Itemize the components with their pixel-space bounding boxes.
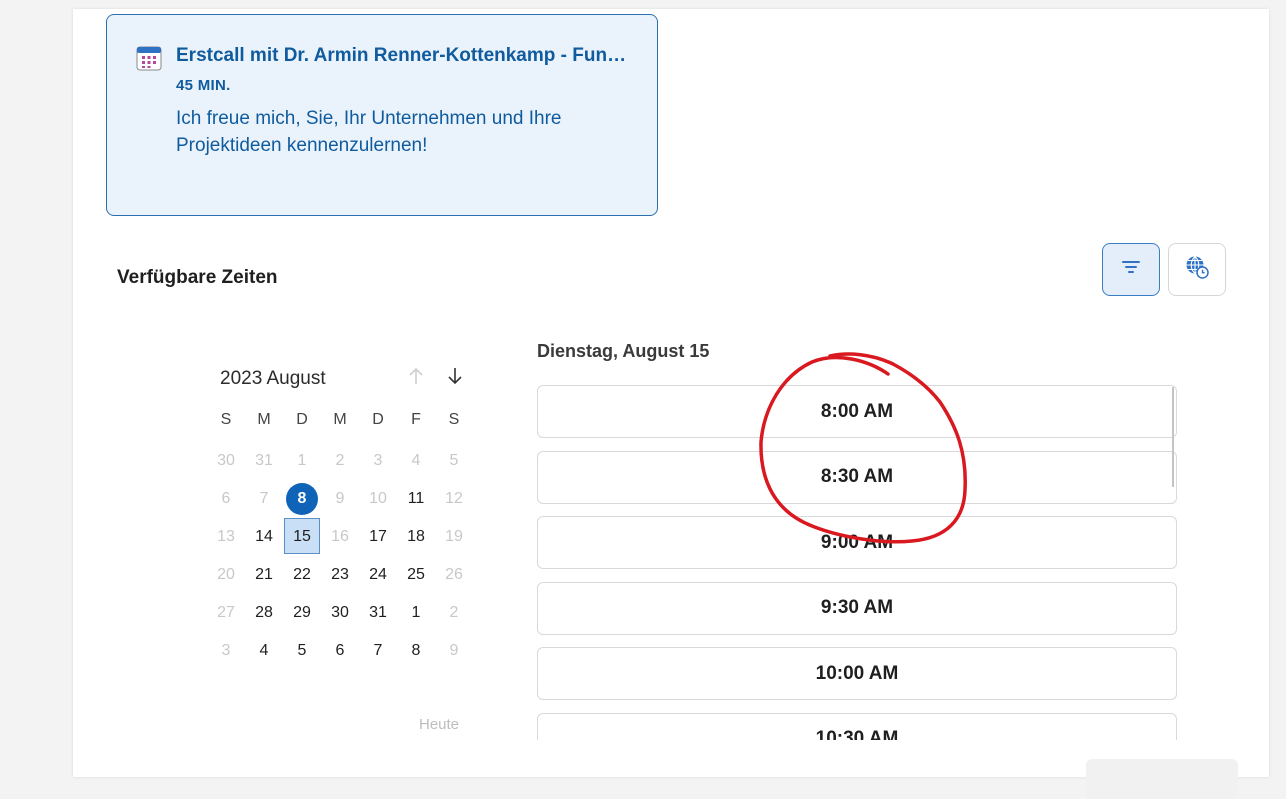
next-button[interactable] — [1086, 759, 1238, 799]
calendar-day: 10 — [369, 490, 387, 507]
calendar-day: 7 — [259, 490, 269, 507]
calendar-day: 20 — [217, 566, 235, 583]
calendar-week-row: 13 14 15 16 17 18 19 — [207, 518, 473, 556]
calendar-day[interactable]: 6 — [321, 632, 359, 670]
calendar-day[interactable]: 11 — [397, 480, 435, 518]
time-slot-button[interactable]: 8:00 AM — [537, 385, 1177, 438]
calendar-day: 3 — [221, 642, 231, 659]
weekday-label: S — [220, 411, 232, 428]
calendar-day[interactable]: 8 — [283, 480, 321, 518]
time-slot-button[interactable]: 9:00 AM — [537, 516, 1177, 569]
globe-clock-icon — [1185, 255, 1209, 284]
calendar-day[interactable]: 17 — [359, 518, 397, 556]
selected-date-heading: Dienstag, August 15 — [537, 341, 710, 361]
previous-month-button[interactable] — [404, 366, 428, 390]
calendar-day: 2 — [335, 452, 345, 469]
calendar-day[interactable]: 29 — [283, 594, 321, 632]
weekday-label: D — [296, 411, 308, 428]
scrollbar-thumb[interactable] — [1172, 387, 1174, 487]
weekday-label: D — [372, 411, 384, 428]
calendar-day[interactable]: 23 — [321, 556, 359, 594]
time-slot-button[interactable]: 8:30 AM — [537, 450, 1177, 504]
calendar-day[interactable]: 21 — [245, 556, 283, 594]
calendar-week-row: 30 31 1 2 3 4 5 — [207, 442, 473, 480]
weekday-label: M — [257, 411, 271, 428]
today-button[interactable]: Heute — [419, 716, 459, 733]
service-duration: 45 MIN. — [176, 77, 231, 94]
calendar-day[interactable]: 5 — [283, 632, 321, 670]
calendar-day[interactable]: 4 — [245, 632, 283, 670]
calendar-day: 6 — [221, 490, 231, 507]
service-description: Ich freue mich, Sie, Ihr Unternehmen und… — [176, 108, 562, 156]
month-label: 2023 August — [220, 368, 326, 389]
calendar-day: 31 — [255, 452, 273, 469]
arrow-down-icon — [447, 367, 463, 390]
calendar-day: 12 — [445, 490, 463, 507]
calendar-day[interactable]: 8 — [397, 632, 435, 670]
calendar-week-row: 6 7 8 9 10 11 12 — [207, 480, 473, 518]
calendar-week-row: 27 28 29 30 31 1 2 — [207, 594, 473, 632]
filter-button[interactable] — [1102, 243, 1160, 296]
calendar-day[interactable]: 25 — [397, 556, 435, 594]
arrow-up-icon — [408, 367, 424, 390]
calendar-day[interactable]: 14 — [245, 518, 283, 556]
calendar-day[interactable]: 22 — [283, 556, 321, 594]
calendar-day: 19 — [445, 528, 463, 545]
time-slot-button[interactable]: 9:30 AM — [537, 581, 1177, 635]
calendar-icon — [136, 45, 162, 71]
selected-day-marker[interactable]: 15 — [284, 518, 320, 554]
today-marker[interactable]: 8 — [286, 483, 318, 515]
calendar-day: 9 — [335, 490, 345, 507]
calendar-day: 4 — [411, 452, 421, 469]
calendar-week-row: 20 21 22 23 24 25 26 — [207, 556, 473, 594]
calendar-day: 13 — [217, 528, 235, 545]
section-title: Verfügbare Zeiten — [117, 267, 278, 288]
service-card[interactable]: Erstcall mit Dr. Armin Renner-Kottenkamp… — [106, 14, 658, 216]
calendar-day: 9 — [449, 642, 459, 659]
next-month-button[interactable] — [443, 366, 467, 390]
filter-icon — [1122, 260, 1140, 279]
calendar-day[interactable]: 28 — [245, 594, 283, 632]
calendar-day: 5 — [449, 452, 459, 469]
time-slot-list[interactable]: 8:00 AM 8:30 AM 9:00 AM 9:30 AM 10:00 AM 10:3… — [537, 385, 1179, 740]
service-title: Erstcall mit Dr. Armin Renner-Kottenkamp… — [176, 45, 636, 66]
time-slot-button[interactable]: 10:00 AM — [537, 647, 1177, 700]
weekday-label: M — [333, 411, 347, 428]
calendar-day[interactable]: 31 — [359, 594, 397, 632]
weekday-label: F — [411, 411, 421, 428]
calendar-day: 16 — [331, 528, 349, 545]
calendar-day: 3 — [373, 452, 383, 469]
calendar-day[interactable]: 24 — [359, 556, 397, 594]
calendar-day: 27 — [217, 604, 235, 621]
calendar-day: 2 — [449, 604, 459, 621]
calendar-day: 30 — [217, 452, 235, 469]
calendar-day: 1 — [297, 452, 307, 469]
weekday-label: S — [448, 411, 460, 428]
time-slot-button[interactable]: 10:30 AM — [537, 712, 1177, 740]
calendar-day: 26 — [445, 566, 463, 583]
calendar-day[interactable]: 1 — [397, 594, 435, 632]
calendar-day[interactable]: 18 — [397, 518, 435, 556]
weekday-header: S M D M D F S — [207, 411, 473, 429]
calendar-day[interactable]: 15 — [283, 518, 321, 556]
calendar-day[interactable]: 30 — [321, 594, 359, 632]
calendar-week-row: 3456789 — [207, 632, 473, 670]
calendar-day[interactable]: 7 — [359, 632, 397, 670]
timezone-button[interactable] — [1168, 243, 1226, 296]
